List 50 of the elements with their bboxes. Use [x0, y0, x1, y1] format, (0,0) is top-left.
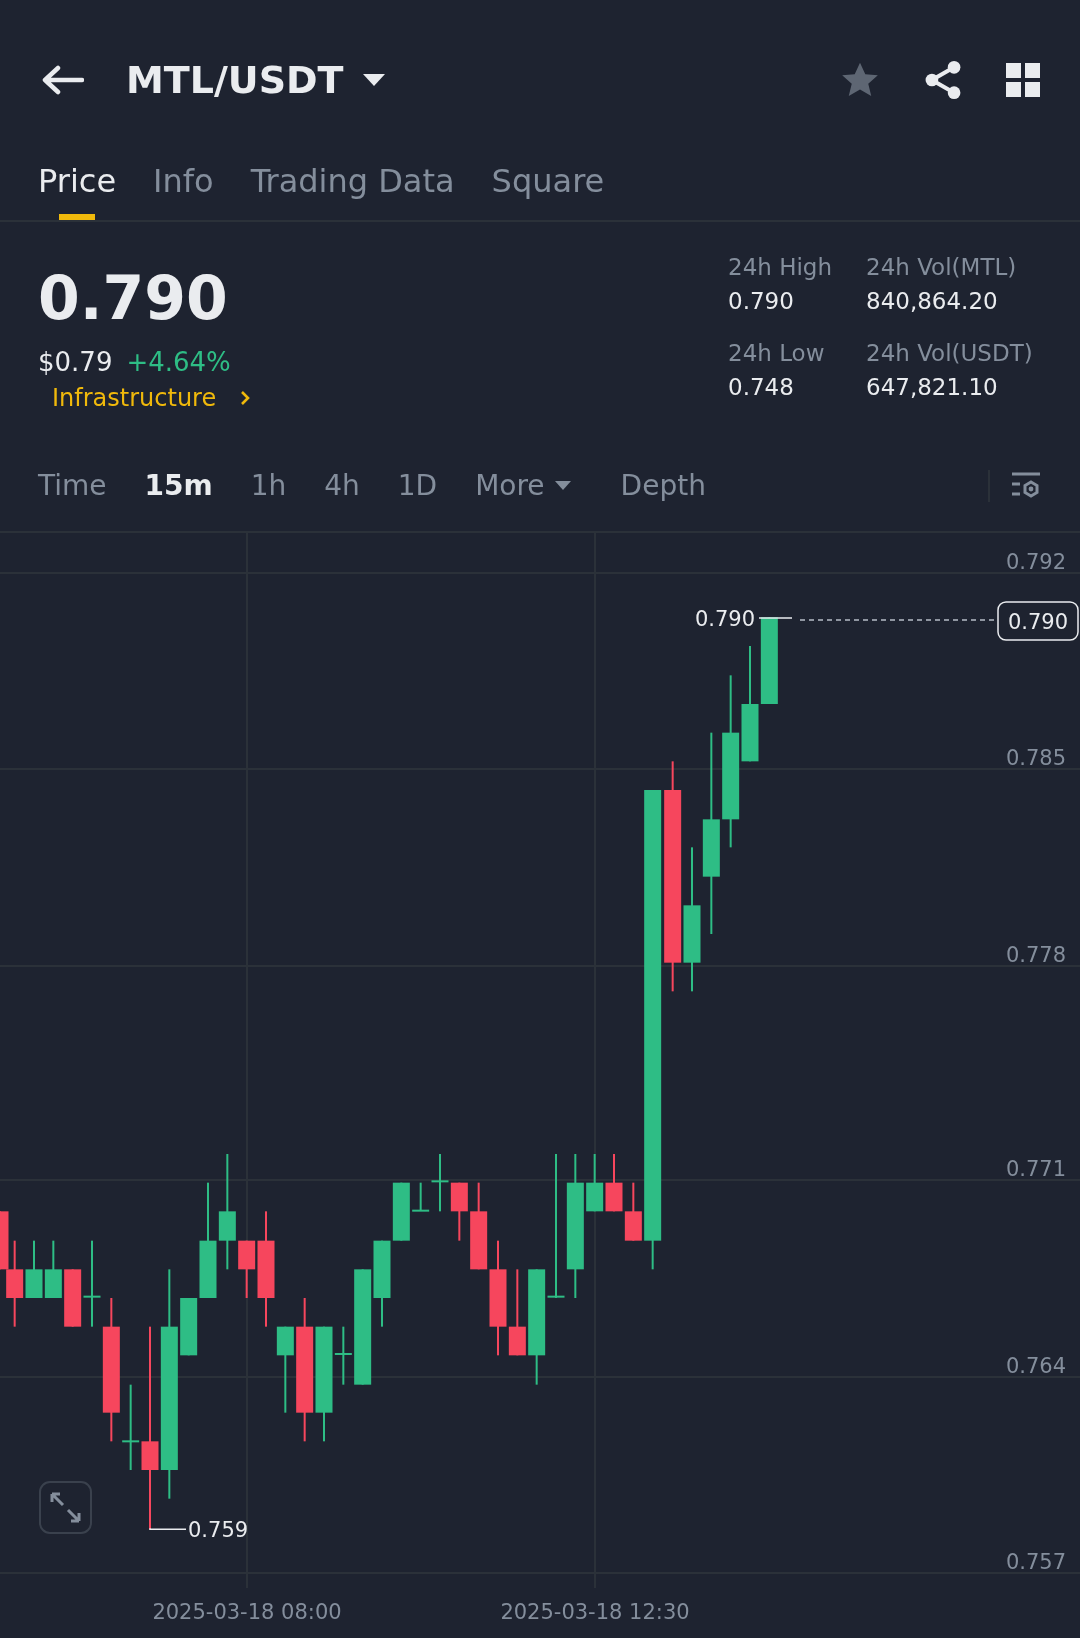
- candlestick: [44, 1240, 62, 1298]
- interval-option[interactable]: 1D: [397, 469, 438, 502]
- caret-icon: [361, 73, 386, 87]
- interval-option[interactable]: 1h: [250, 469, 287, 502]
- price-axis-label: 0.764: [1005, 1354, 1066, 1378]
- price-axis-label: 0.792: [1005, 550, 1066, 574]
- stat-value: 0.790: [728, 287, 795, 316]
- back-arrow-icon[interactable]: [40, 64, 84, 96]
- interval-option[interactable]: 4h: [324, 469, 360, 502]
- star-icon[interactable]: [840, 61, 880, 99]
- price-axis-label: 0.778: [1005, 943, 1066, 967]
- share-icon[interactable]: [924, 60, 962, 100]
- fullscreen-button[interactable]: [39, 1481, 92, 1534]
- usd-price: $0.79: [38, 346, 113, 379]
- category-link[interactable]: Infrastructure: [52, 384, 251, 412]
- interval-option[interactable]: Depth: [620, 469, 706, 502]
- price-axis-label: 0.771: [1005, 1157, 1066, 1181]
- time-axis-label: 2025-03-18 08:00: [152, 1600, 342, 1624]
- interval-option[interactable]: 15m: [144, 469, 213, 502]
- tab[interactable]: Info: [153, 160, 214, 220]
- stat-value: 647,821.10: [866, 373, 999, 402]
- more-dropdown[interactable]: More: [475, 469, 571, 502]
- stat-label: 24h Low: [728, 339, 826, 368]
- chevron-icon: [240, 390, 251, 406]
- caret-icon: [554, 480, 571, 491]
- candlestick: [450, 1182, 468, 1241]
- price-axis-label: 0.785: [1005, 746, 1066, 770]
- high-price-label: 0.790: [694, 607, 755, 631]
- price-change: +4.64%: [126, 346, 231, 379]
- leader-line: [758, 617, 793, 619]
- candlestick: [586, 1154, 604, 1212]
- leader-line: [149, 1527, 187, 1531]
- stat-label: 24h Vol(USDT): [866, 339, 1034, 368]
- interval-option[interactable]: Time: [38, 469, 107, 502]
- stat-value: 0.748: [728, 373, 795, 402]
- time-axis-label: 2025-03-18 12:30: [500, 1600, 690, 1624]
- stat-value: 840,864.20: [866, 287, 999, 316]
- stat-label: 24h Vol(MTL): [866, 253, 1018, 282]
- low-price-label: 0.759: [188, 1518, 249, 1543]
- last-price-tag-text: 0.790: [1007, 610, 1069, 634]
- tab[interactable]: Trading Data: [250, 160, 455, 220]
- candlestick: [624, 1182, 642, 1241]
- last-price: 0.790: [38, 262, 229, 335]
- candlestick: [605, 1154, 623, 1212]
- tab[interactable]: Price: [38, 160, 117, 220]
- tab[interactable]: Square: [491, 160, 605, 220]
- grid-icon[interactable]: [1006, 63, 1040, 97]
- price-axis-label: 0.757: [1005, 1550, 1066, 1574]
- stat-label: 24h High: [728, 253, 834, 282]
- pair-selector[interactable]: MTL/USDT: [126, 58, 386, 102]
